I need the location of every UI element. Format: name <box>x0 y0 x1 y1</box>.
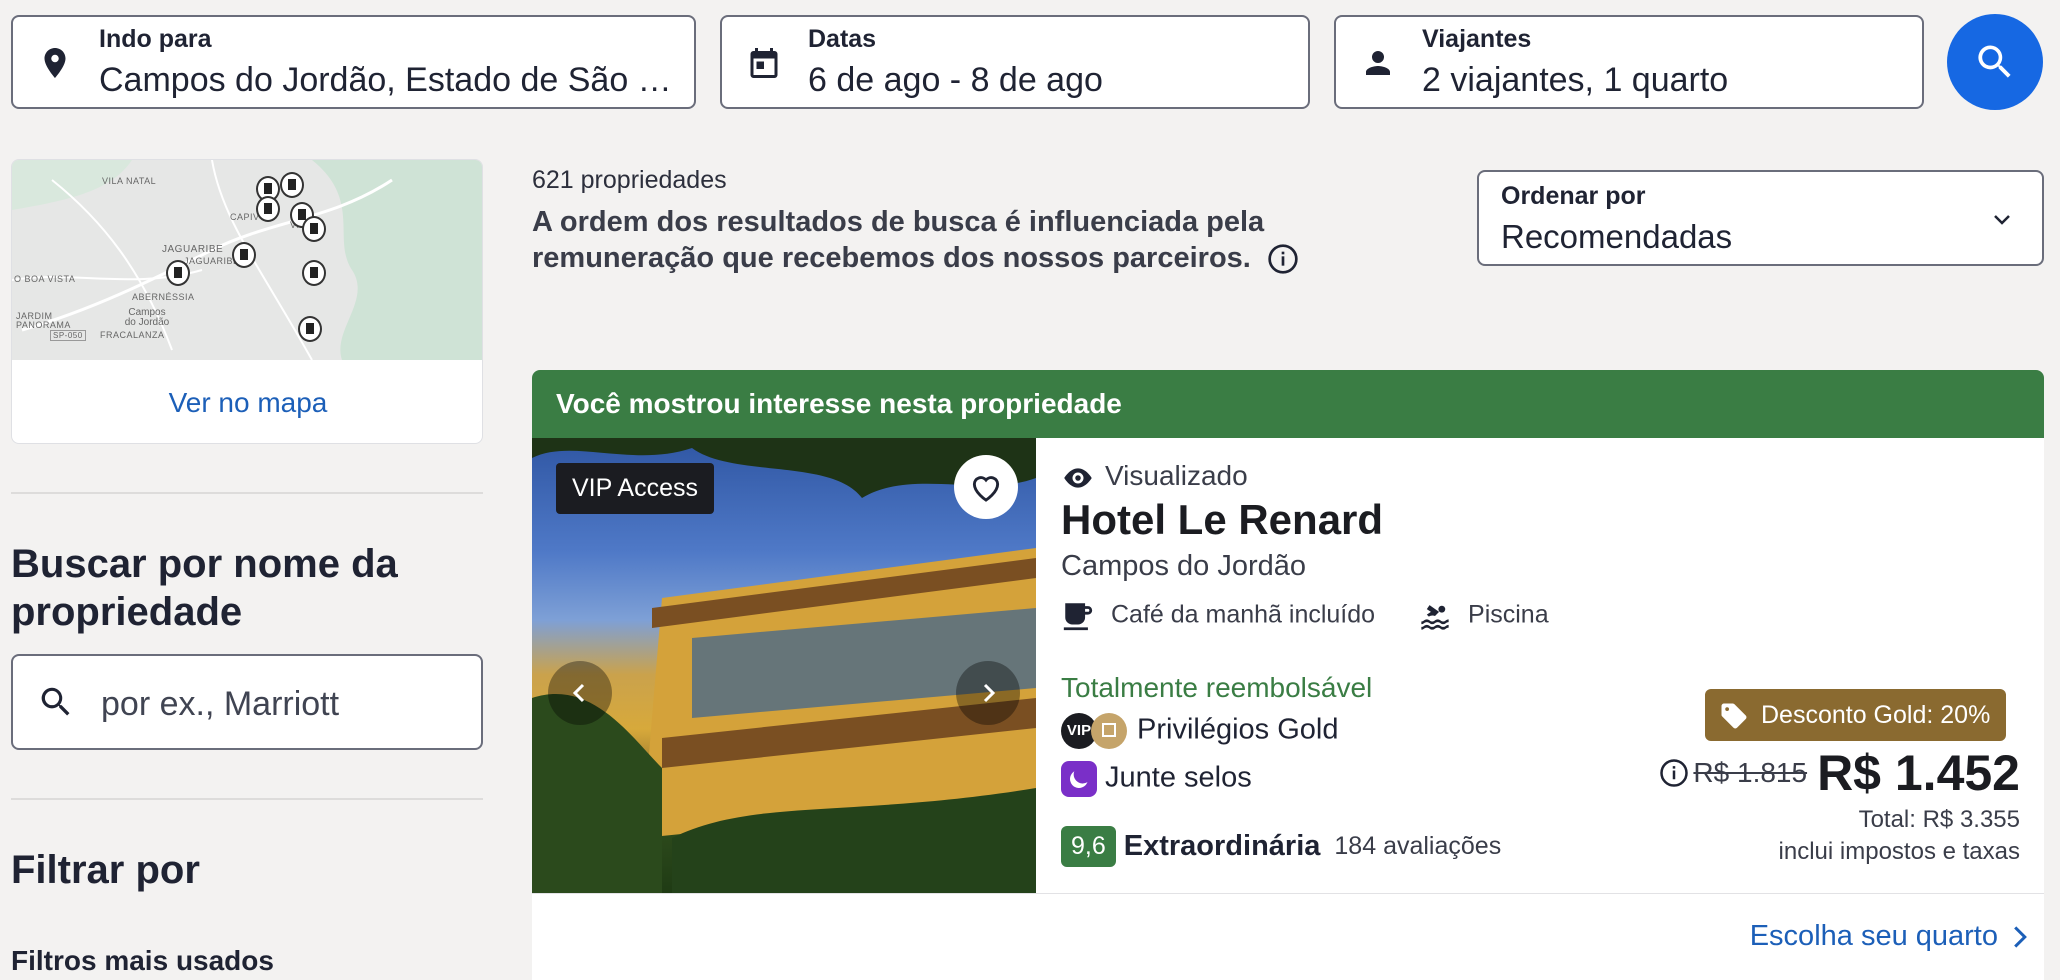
location-pin-icon <box>44 48 66 78</box>
results-count: 621 propriedades <box>532 166 727 194</box>
destination-field[interactable]: Indo para Campos do Jordão, Estado de Sã… <box>11 15 696 109</box>
hotel-pin-icon[interactable] <box>302 260 326 286</box>
moon-icon <box>1061 761 1097 797</box>
disclaimer-text: A ordem dos resultados de busca é influe… <box>532 206 1265 274</box>
hotel-pin-icon[interactable] <box>302 216 326 242</box>
hotel-name[interactable]: Hotel Le Renard <box>1061 496 1383 544</box>
interest-banner: Você mostrou interesse nesta propriedade <box>532 370 2044 438</box>
previous-photo-button[interactable] <box>548 661 612 725</box>
original-price: R$ 1.815 <box>1693 757 1808 788</box>
refund-policy: Totalmente reembolsável <box>1061 672 1373 703</box>
hotel-pin-icon[interactable] <box>280 172 304 198</box>
chevron-down-icon <box>1994 215 2010 225</box>
total-price: Total: R$ 3.355 <box>1858 806 2020 833</box>
sort-dropdown[interactable]: Ordenar por Recomendadas <box>1477 170 2044 266</box>
map-label: Campos do Jordão <box>124 307 170 328</box>
chevron-left-icon <box>572 683 585 703</box>
rating-label: Extraordinária <box>1123 830 1321 862</box>
search-icon <box>1978 45 2011 78</box>
map-label: JAGUARIBE <box>162 244 224 255</box>
review-count: 184 avaliações <box>1334 832 1502 860</box>
eye-icon <box>1064 467 1092 488</box>
map-label: FRACALANZA <box>100 330 165 340</box>
heart-icon <box>972 476 1000 502</box>
card-divider <box>532 893 2044 894</box>
choose-room-label: Escolha seu quarto <box>1749 920 1998 952</box>
calendar-icon <box>750 48 778 78</box>
map-label: ABERNÉSSIA <box>132 292 195 302</box>
amenity-breakfast: Café da manhã incluído <box>1111 600 1376 629</box>
guest-rating: 9,6 Extraordinária 184 avaliações <box>1061 826 1501 867</box>
filter-heading: Filtrar por <box>11 848 200 892</box>
coffee-icon <box>1063 603 1093 631</box>
discount-label: Desconto Gold: 20% <box>1761 701 1991 729</box>
stamps-label: Junte selos <box>1105 761 1252 794</box>
dates-label: Datas <box>808 25 877 53</box>
view-map-link[interactable]: Ver no mapa <box>12 360 482 443</box>
gold-label: Privilégios Gold <box>1137 713 1339 746</box>
dates-value: 6 de ago - 8 de ago <box>808 61 1103 99</box>
info-icon[interactable] <box>1267 243 1299 275</box>
sort-label: Ordenar por <box>1501 182 1646 210</box>
taxes-note: inclui impostos e taxas <box>1778 838 2020 865</box>
stamps-offer: Junte selos <box>1061 761 1252 797</box>
map-label: JARDIM PANORAMA <box>16 311 71 330</box>
current-price: R$ 1.452 <box>1817 745 2020 801</box>
map-label: SP-050 <box>50 330 86 341</box>
info-icon[interactable] <box>1659 758 1689 788</box>
sidebar-divider <box>11 798 483 800</box>
chevron-right-icon <box>983 683 996 703</box>
gold-privileges: VIP Privilégios Gold <box>1061 713 1338 749</box>
map-preview[interactable]: VILA NATAL CAPIV VILA IN JAGUARIBE JAGUA… <box>12 160 482 360</box>
price-row: R$ 1.815 R$ 1.452 <box>1659 744 2020 802</box>
popular-filters-heading: Filtros mais usados <box>11 945 274 976</box>
hotel-location: Campos do Jordão <box>1061 550 1307 582</box>
map-card[interactable]: VILA NATAL CAPIV VILA IN JAGUARIBE JAGUA… <box>11 159 483 444</box>
map-label: VILA NATAL <box>102 176 157 186</box>
amenity-pool: Piscina <box>1468 600 1549 629</box>
gold-discount-badge: Desconto Gold: 20% <box>1705 689 2007 741</box>
hotel-pin-icon[interactable] <box>232 242 256 268</box>
map-label: JAGUARIBE <box>184 256 240 266</box>
hotel-pin-icon[interactable] <box>298 316 322 342</box>
destination-value: Campos do Jordão, Estado de São Pa... <box>99 61 684 99</box>
map-label: CAPIV <box>230 212 260 222</box>
hotel-pin-icon[interactable] <box>256 196 280 222</box>
search-button[interactable] <box>1947 14 2043 110</box>
chevron-right-icon <box>2014 926 2027 949</box>
viewed-indicator: Visualizado <box>1061 460 1248 492</box>
viewed-label: Visualizado <box>1105 460 1248 491</box>
pool-icon <box>1421 605 1449 630</box>
travelers-field[interactable]: Viajantes 2 viajantes, 1 quarto <box>1334 15 1924 109</box>
sort-value: Recomendadas <box>1501 218 1733 255</box>
property-name-search[interactable] <box>11 654 483 750</box>
hotel-pin-icon[interactable] <box>166 260 190 286</box>
dates-field[interactable]: Datas 6 de ago - 8 de ago <box>720 15 1310 109</box>
travelers-label: Viajantes <box>1422 25 1532 53</box>
vip-access-badge: VIP Access <box>556 463 714 514</box>
property-card[interactable]: VIP Access Visualizado Hotel Le Renard C… <box>532 438 2044 980</box>
travelers-value: 2 viajantes, 1 quarto <box>1422 61 1729 99</box>
person-icon <box>1366 51 1390 75</box>
search-icon <box>41 687 70 716</box>
next-photo-button[interactable] <box>956 661 1020 725</box>
tag-icon <box>1721 703 1747 729</box>
sidebar-divider <box>11 492 483 494</box>
destination-label: Indo para <box>99 25 212 53</box>
ranking-disclaimer: A ordem dos resultados de busca é influe… <box>532 204 1452 276</box>
property-name-input[interactable] <box>99 678 473 730</box>
gift-icon <box>1091 713 1127 749</box>
choose-room-link[interactable]: Escolha seu quarto <box>1750 920 2028 953</box>
favorite-button[interactable] <box>954 455 1018 519</box>
property-photo[interactable]: VIP Access <box>532 438 1036 893</box>
amenities: Café da manhã incluído Piscina <box>1061 600 1549 632</box>
name-search-heading: Buscar por nome da propriedade <box>11 542 398 634</box>
rating-score: 9,6 <box>1061 826 1116 867</box>
map-label: O BOA VISTA <box>14 274 76 284</box>
